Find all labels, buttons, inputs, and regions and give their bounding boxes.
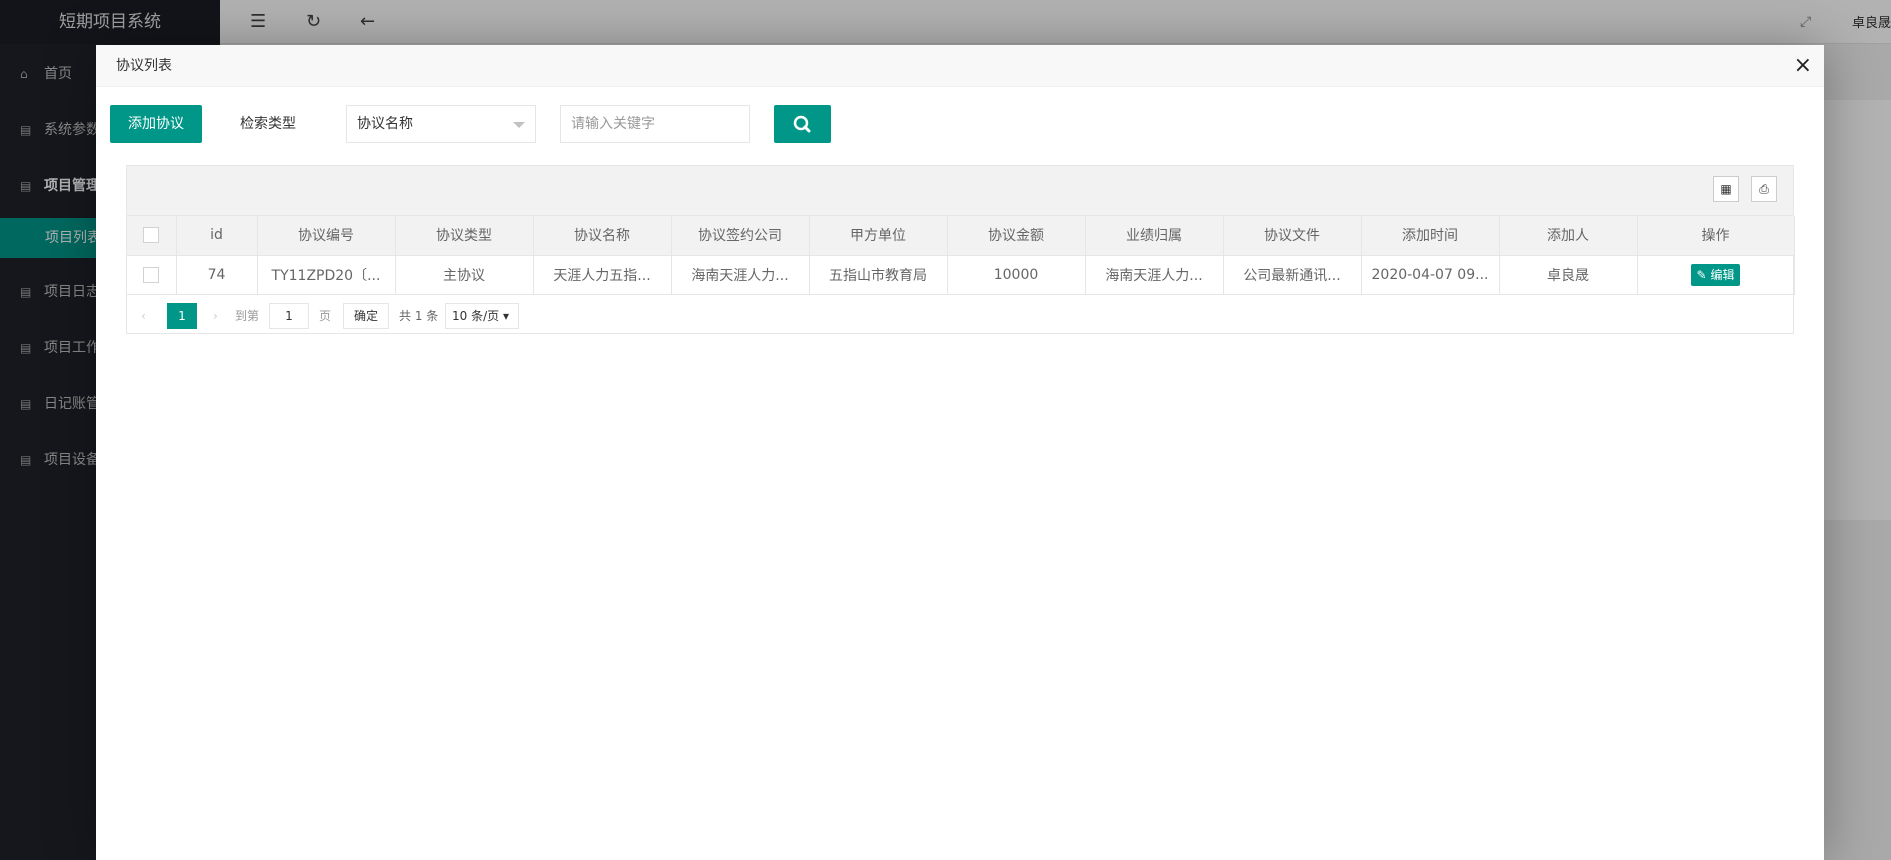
search-toolbar: 添加协议 检索类型 协议名称 (110, 105, 1810, 153)
col-header[interactable]: 协议签约公司 (671, 216, 810, 256)
table-cell: 主协议 (395, 255, 534, 295)
col-header[interactable]: 协议类型 (395, 216, 534, 256)
table-cell: 2020-04-07 09... (1361, 255, 1500, 295)
search-type-select[interactable]: 协议名称 (346, 105, 536, 143)
goto-label: 到第 (235, 308, 260, 323)
search-type-value: 协议名称 (357, 116, 413, 132)
table-row[interactable]: 74 TY11ZPD20〔... 主协议 天涯人力五指... 海南天涯人力...… (127, 255, 1795, 295)
table-cell: TY11ZPD20〔... (257, 255, 396, 295)
search-type-label: 检索类型 (240, 116, 296, 132)
table-cell: 海南天涯人力... (671, 255, 810, 295)
next-page-icon[interactable]: › (213, 303, 218, 329)
checkbox[interactable] (143, 227, 160, 244)
col-header[interactable]: 业绩归属 (1085, 216, 1224, 256)
edit-button-label: 编辑 (1710, 267, 1735, 282)
keyword-input[interactable] (560, 105, 750, 143)
per-page-value: 10 条/页 (452, 308, 500, 323)
checkbox[interactable] (143, 266, 160, 283)
agreement-list-modal: 协议列表 × 添加协议 检索类型 协议名称 ▦ ⎙ (96, 45, 1824, 860)
total-count: 共 1 条 (399, 308, 439, 323)
chevron-down-icon (513, 122, 525, 128)
col-header: 操作 (1637, 216, 1795, 256)
table-cell: 海南天涯人力... (1085, 255, 1224, 295)
col-header[interactable]: id (176, 216, 258, 256)
modal-header: 协议列表 × (96, 45, 1824, 87)
current-page[interactable]: 1 (167, 302, 197, 329)
col-header[interactable]: 协议金额 (947, 216, 1086, 256)
col-header[interactable]: 添加人 (1499, 216, 1638, 256)
table-cell: 10000 (947, 255, 1086, 295)
table-cell: 卓良晟 (1499, 255, 1638, 295)
table-cell: 五指山市教育局 (809, 255, 948, 295)
pagination: ‹ 1 › 到第 页 确定 共 1 条 10 条/页 ▾ (127, 295, 1793, 335)
table-cell: 74 (176, 255, 258, 295)
pencil-icon: ✎ (1696, 267, 1707, 282)
edit-button[interactable]: ✎ 编辑 (1690, 263, 1741, 286)
col-header[interactable]: 添加时间 (1361, 216, 1500, 256)
columns-filter-icon[interactable]: ▦ (1713, 176, 1739, 202)
table-cell: 公司最新通讯... (1223, 255, 1362, 295)
row-checkbox-cell[interactable] (127, 255, 177, 295)
table-header-row: id 协议编号 协议类型 协议名称 协议签约公司 甲方单位 协议金额 业绩归属 … (127, 216, 1795, 256)
caret-down-icon: ▾ (502, 308, 509, 323)
page-input[interactable] (269, 302, 309, 329)
modal-title: 协议列表 (116, 58, 172, 74)
search-button[interactable] (774, 105, 831, 143)
table-cell: 天涯人力五指... (533, 255, 672, 295)
actions-cell: ✎ 编辑 (1637, 255, 1795, 295)
col-header[interactable]: 甲方单位 (809, 216, 948, 256)
select-all-checkbox[interactable] (127, 216, 177, 256)
page-suffix: 页 (319, 308, 332, 323)
col-header[interactable]: 协议文件 (1223, 216, 1362, 256)
col-header[interactable]: 协议编号 (257, 216, 396, 256)
agreement-table: ▦ ⎙ id 协议编号 协议类型 协议名称 协议签约公司 甲方单位 协议金额 业… (126, 165, 1795, 335)
search-icon (793, 115, 811, 133)
prev-page-icon[interactable]: ‹ (141, 303, 146, 329)
close-icon[interactable]: × (1794, 45, 1812, 87)
table-toolbar: ▦ ⎙ (127, 166, 1793, 216)
print-icon[interactable]: ⎙ (1751, 176, 1777, 202)
col-header[interactable]: 协议名称 (533, 216, 672, 256)
goto-confirm-button[interactable]: 确定 (343, 302, 389, 329)
add-agreement-button[interactable]: 添加协议 (110, 105, 202, 143)
per-page-select[interactable]: 10 条/页 ▾ (445, 302, 519, 329)
